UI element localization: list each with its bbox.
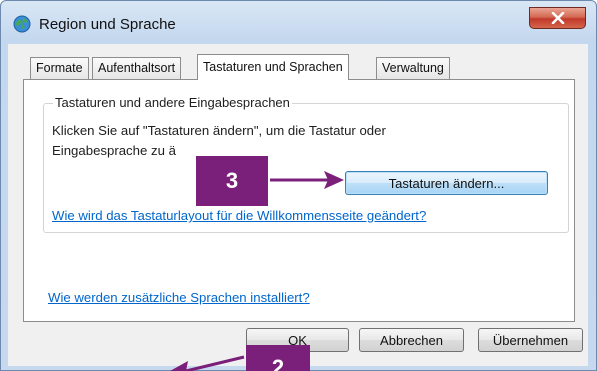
step2-badge: 2: [246, 345, 310, 371]
groupbox-description: Klicken Sie auf "Tastaturen ändern", um …: [52, 121, 492, 161]
apply-button[interactable]: Übernehmen: [478, 328, 583, 352]
tab-tastaturen-und-sprachen[interactable]: Tastaturen und Sprachen: [197, 54, 349, 80]
description-line-1: Klicken Sie auf "Tastaturen ändern", um …: [52, 123, 386, 138]
close-icon: [551, 12, 564, 24]
welcome-screen-layout-link[interactable]: Wie wird das Tastaturlayout für die Will…: [52, 208, 426, 223]
change-keyboards-button[interactable]: Tastaturen ändern...: [345, 171, 548, 195]
close-button[interactable]: [529, 7, 586, 29]
groupbox-title: Tastaturen und andere Eingabesprachen: [53, 95, 292, 110]
install-languages-link[interactable]: Wie werden zusätzliche Sprachen installi…: [48, 290, 310, 305]
globe-icon: [13, 15, 31, 33]
description-line-2: Eingabesprache zu ä: [52, 143, 176, 158]
tab-verwaltung[interactable]: Verwaltung: [376, 57, 450, 79]
window-title: Region und Sprache: [39, 16, 176, 33]
tab-aufenthaltsort[interactable]: Aufenthaltsort: [92, 57, 182, 79]
step3-badge: 3: [196, 156, 268, 206]
step2-badge-label: 2: [271, 355, 285, 371]
title-bar[interactable]: Region und Sprache: [1, 1, 596, 45]
tab-formate[interactable]: Formate: [30, 57, 89, 79]
cancel-button[interactable]: Abbrechen: [359, 328, 464, 352]
